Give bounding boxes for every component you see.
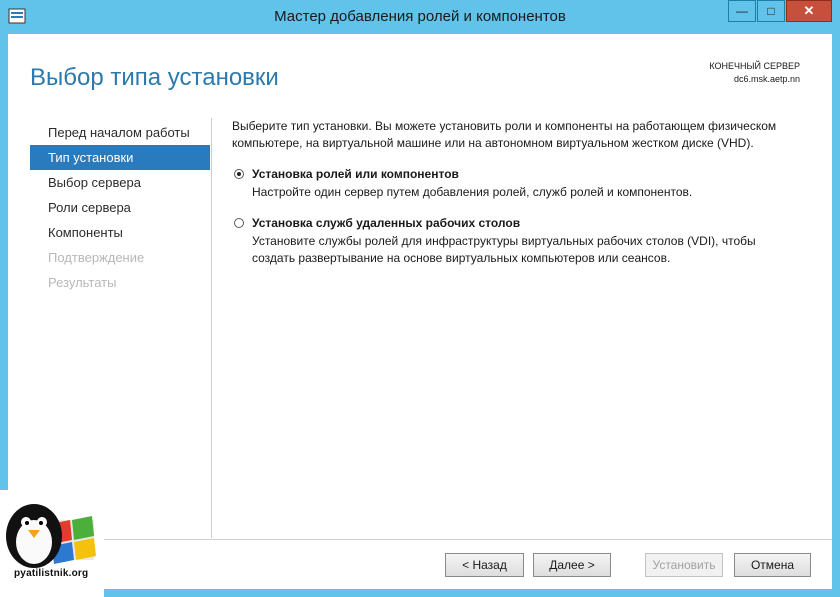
destination-server-label: КОНЕЧНЫЙ СЕРВЕР [709, 61, 800, 71]
maximize-icon: □ [767, 4, 775, 18]
watermark-logo: pyatilistnik.org [0, 490, 104, 597]
nav-item-confirmation: Подтверждение [48, 250, 145, 265]
radio-role-based[interactable] [234, 169, 244, 179]
maximize-button[interactable]: □ [757, 0, 785, 22]
nav-item-before-you-begin[interactable]: Перед началом работы [30, 120, 210, 145]
watermark-text: pyatilistnik.org [14, 568, 89, 579]
nav-item-features[interactable]: Компоненты [30, 220, 210, 245]
minimize-icon: — [736, 4, 748, 18]
intro-text: Выберите тип установки. Вы можете устано… [232, 119, 777, 150]
back-button[interactable]: < Назад [445, 553, 524, 577]
option-remote-desktop-title[interactable]: Установка служб удаленных рабочих столов [252, 215, 802, 231]
option-role-based-description: Настройте один сервер путем добавления р… [252, 185, 693, 199]
main-content: Выберите тип установки. Вы можете устано… [232, 118, 802, 267]
title-bar[interactable]: Мастер добавления ролей и компонентов — … [0, 0, 840, 34]
wizard-body: Выбор типа установки КОНЕЧНЫЙ СЕРВЕР dc6… [8, 34, 832, 589]
wizard-steps-nav: Перед началом работы Тип установки Выбор… [30, 120, 210, 295]
install-button: Установить [645, 553, 723, 577]
wizard-window: Мастер добавления ролей и компонентов — … [0, 0, 840, 597]
penguin-logo-icon [6, 504, 96, 568]
radio-remote-desktop[interactable] [234, 218, 244, 228]
footer-divider [8, 539, 832, 540]
nav-item-server-selection[interactable]: Выбор сервера [30, 170, 210, 195]
nav-item-server-roles[interactable]: Роли сервера [30, 195, 210, 220]
nav-divider [211, 118, 212, 538]
option-role-based[interactable]: Установка ролей или компонентов Настройт… [232, 166, 802, 201]
destination-server-name: dc6.msk.aetp.nn [733, 74, 800, 84]
option-role-based-title[interactable]: Установка ролей или компонентов [252, 166, 802, 182]
next-button[interactable]: Далее > [533, 553, 611, 577]
nav-item-installation-type[interactable]: Тип установки [30, 145, 210, 170]
option-remote-desktop[interactable]: Установка служб удаленных рабочих столов… [232, 215, 802, 267]
nav-item-results: Результаты [48, 275, 117, 290]
option-remote-desktop-description: Установите службы ролей для инфраструкту… [252, 234, 756, 265]
close-icon: ✕ [803, 3, 815, 18]
cancel-button[interactable]: Отмена [734, 553, 811, 577]
minimize-button[interactable]: — [728, 0, 756, 22]
window-title: Мастер добавления ролей и компонентов [274, 8, 566, 25]
close-button[interactable]: ✕ [786, 0, 832, 22]
page-title: Выбор типа установки [30, 64, 279, 91]
destination-server-info: КОНЕЧНЫЙ СЕРВЕР dc6.msk.aetp.nn [709, 60, 800, 86]
